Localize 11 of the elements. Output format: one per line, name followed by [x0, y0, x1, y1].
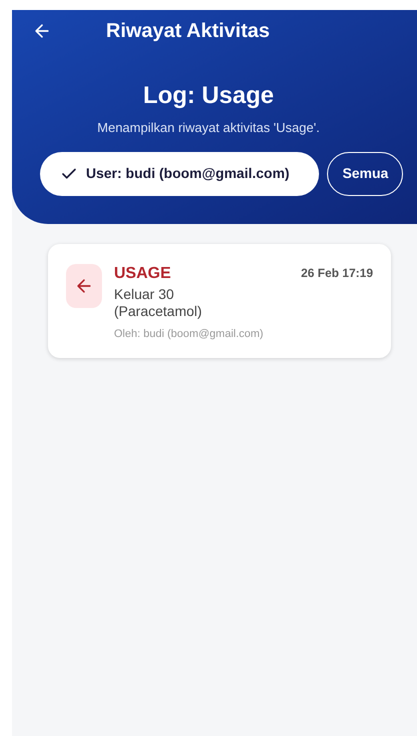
log-author: Oleh: budi (boom@gmail.com): [114, 326, 264, 342]
filter-chip[interactable]: Semua: [327, 152, 404, 196]
filter-chip[interactable]: User: budi (boom@gmail.com): [40, 152, 320, 196]
page-title: Riwayat Aktivitas: [106, 19, 270, 44]
log-detail: Keluar 30: [114, 286, 175, 302]
log-time: 26 Feb 17:19: [300, 264, 373, 282]
log-heading: Log: Usage: [142, 81, 275, 111]
log-detail: (Paracetamol): [114, 302, 203, 320]
log-type: USAGE: [114, 264, 171, 284]
log-subtitle: Menampilkan riwayat aktivitas 'Usage'.: [96, 119, 321, 137]
log-card[interactable]: USAGE 26 Feb 17:19 Keluar 30 (Paracetamol) Oleh: budi (boom@gmail.com): [48, 244, 391, 358]
